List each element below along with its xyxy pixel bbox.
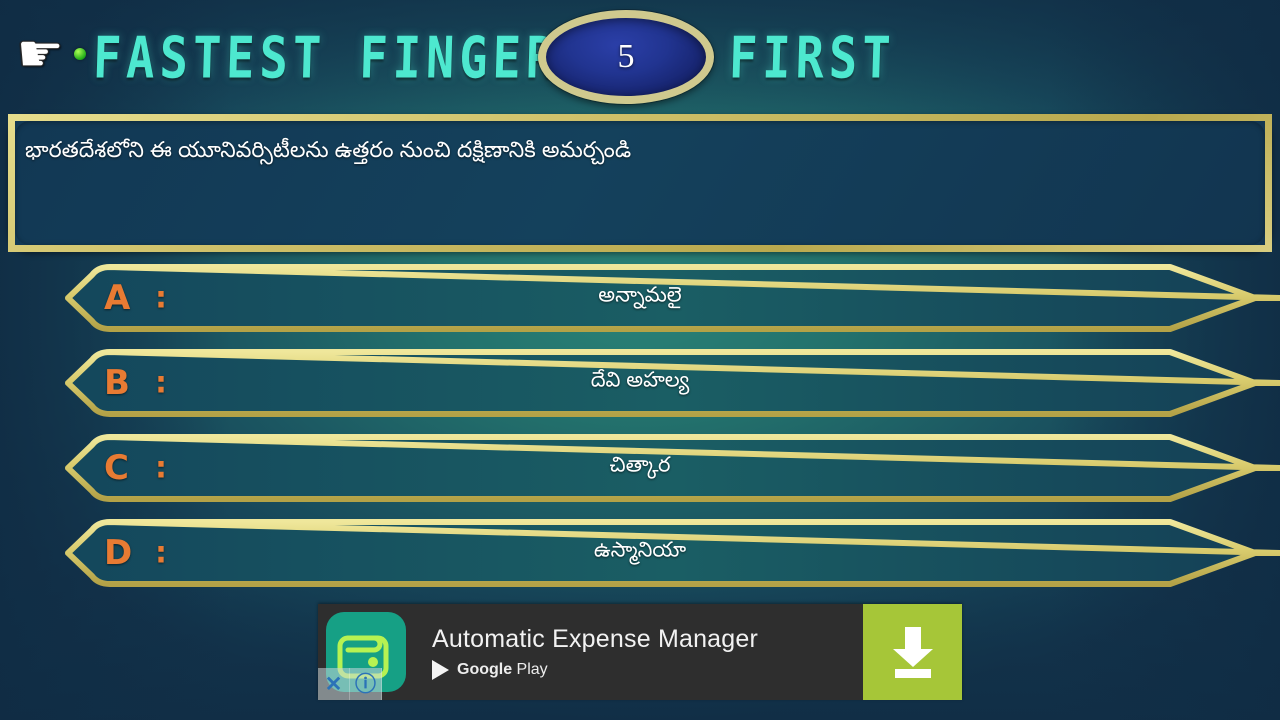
title-fastest-finger: FASTEST FINGER [92,25,561,93]
option-text-c: చిత్కార [609,453,671,477]
store-suffix: Play [512,660,548,678]
ad-close-button[interactable]: ✕ [318,668,350,700]
header-bar: ☛ FASTEST FINGER 5 FIRST [0,0,1280,112]
store-prefix: Google [457,660,513,678]
option-text-b: దేవి అహల్య [590,368,690,392]
countdown-timer: 5 [538,10,714,104]
question-panel: భారతదేశలోని ఈ యూనివర్సిటీలను ఉత్తరం నుంచ… [8,114,1272,252]
option-text-a: అన్నామలై [598,283,682,307]
options-list: A : అన్నామలై B : దేవి అహల్య C : చిత్కార … [0,263,1280,603]
green-dot-icon [74,48,86,60]
ad-store-row: Google Play [432,659,863,680]
title-first: FIRST [728,25,897,93]
google-play-icon [432,659,449,680]
question-text: భారతదేశలోని ఈ యూనివర్సిటీలను ఉత్తరం నుంచ… [25,137,632,162]
option-row-d[interactable]: D : ఉస్మానియా [0,518,1280,588]
timer-value: 5 [617,38,635,75]
close-icon: ✕ [324,672,343,696]
option-row-a[interactable]: A : అన్నామలై [0,263,1280,333]
ad-title: Automatic Expense Manager [432,624,759,653]
ad-badges: ✕ ⓘ [318,668,382,700]
ad-download-button[interactable] [863,604,962,700]
question-panel-inner: భారతదేశలోని ఈ యూనివర్సిటీలను ఉత్తరం నుంచ… [15,121,1265,245]
option-text-d: ఉస్మానియా [593,538,687,562]
ad-store-label: Google Play [457,661,548,679]
download-icon [892,627,933,678]
option-row-c[interactable]: C : చిత్కార [0,433,1280,503]
ad-info-button[interactable]: ⓘ [350,668,382,700]
ad-banner[interactable]: Automatic Expense Manager Google Play ✕ … [318,604,962,700]
ad-text-block: Automatic Expense Manager Google Play [414,604,863,700]
info-icon: ⓘ [355,672,376,696]
pointing-hand-icon: ☛ [16,24,65,84]
option-row-b[interactable]: B : దేవి అహల్య [0,348,1280,418]
